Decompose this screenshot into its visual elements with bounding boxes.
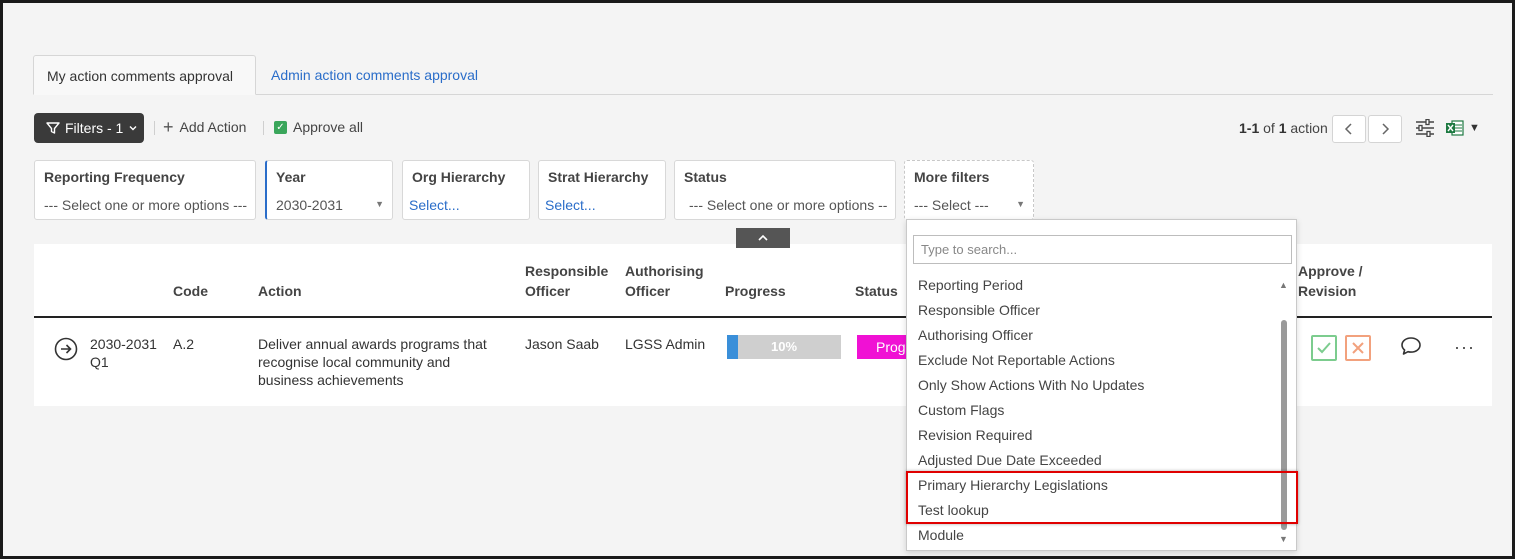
filter-label: Status — [684, 169, 727, 185]
dropdown-scrollbar[interactable] — [1281, 320, 1287, 530]
row-period: 2030-2031 Q1 — [90, 335, 157, 371]
dropdown-option[interactable]: Adjusted Due Date Exceeded — [918, 452, 1102, 468]
filter-value: --- Select one or more options --- — [44, 197, 247, 213]
dropdown-option[interactable]: Exclude Not Reportable Actions — [918, 352, 1115, 368]
filter-value: Select... — [545, 197, 596, 213]
dropdown-option[interactable]: Only Show Actions With No Updates — [918, 377, 1144, 393]
filter-value: Select... — [409, 197, 460, 213]
filter-value: --- Select --- — [914, 197, 989, 213]
dropdown-option[interactable]: Module — [918, 527, 964, 543]
filter-status[interactable]: Status --- Select one or more options --… — [674, 160, 896, 220]
approve-button[interactable] — [1311, 335, 1337, 361]
more-filters-dropdown: Reporting Period Responsible Officer Aut… — [906, 219, 1297, 551]
add-action-button[interactable]: + Add Action — [163, 117, 247, 137]
pager-unit: action — [1290, 120, 1328, 136]
filter-label: Year — [276, 169, 306, 185]
chevron-down-icon — [129, 126, 137, 131]
dropdown-option[interactable]: Primary Hierarchy Legislations — [918, 477, 1108, 493]
action-line: business achievements — [258, 372, 404, 388]
toolbar-divider — [154, 121, 155, 135]
export-menu-caret-icon[interactable]: ▼ — [1469, 122, 1480, 134]
progress-text: 10% — [770, 339, 798, 354]
column-settings-icon[interactable] — [1415, 118, 1435, 142]
dropdown-option[interactable]: Revision Required — [918, 427, 1032, 443]
tab-bar: My action comments approval Admin action… — [33, 55, 1493, 95]
more-options-icon[interactable]: ··· — [1454, 337, 1475, 358]
header-line: Approve / — [1298, 263, 1363, 279]
header-line: Officer — [625, 283, 671, 299]
dropdown-option[interactable]: Custom Flags — [918, 402, 1004, 418]
filter-value: 2030-2031 — [276, 197, 343, 213]
filter-value: --- Select one or more options --- — [689, 197, 887, 213]
approve-all-checkbox[interactable]: ✓ Approve all — [274, 119, 363, 135]
dropdown-option[interactable]: Responsible Officer — [918, 302, 1040, 318]
app-frame: My action comments approval Admin action… — [0, 0, 1515, 559]
filter-org-hierarchy[interactable]: Org Hierarchy Select... — [402, 160, 530, 220]
progress-bar: 10% — [727, 335, 841, 359]
open-action-arrow-icon[interactable] — [54, 337, 78, 366]
previous-page-button[interactable] — [1332, 115, 1366, 143]
column-header-approve-revision: Approve / Revision — [1298, 261, 1363, 301]
header-line: Authorising — [625, 263, 704, 279]
plus-icon: + — [163, 117, 174, 137]
chevron-left-icon — [1344, 123, 1352, 135]
excel-export-icon[interactable] — [1446, 120, 1464, 141]
toolbar-divider — [263, 121, 264, 135]
header-line: Officer — [525, 283, 571, 299]
close-icon — [1352, 342, 1364, 354]
action-line: recognise local community and — [258, 354, 451, 370]
filter-year[interactable]: Year 2030-2031 ▼ — [265, 160, 393, 220]
pager-summary: 1-1 of 1 action — [1239, 120, 1328, 136]
filter-label: Org Hierarchy — [412, 169, 506, 185]
dropdown-option[interactable]: Authorising Officer — [918, 327, 1033, 343]
tab-my-action-comments-approval[interactable]: My action comments approval — [33, 55, 256, 95]
row-action: Deliver annual awards programs that reco… — [258, 335, 487, 389]
next-page-button[interactable] — [1368, 115, 1402, 143]
period-quarter: Q1 — [90, 354, 109, 370]
dropdown-option[interactable]: Reporting Period — [918, 277, 1023, 293]
filter-label: More filters — [914, 169, 990, 185]
column-header-authorising-officer[interactable]: Authorising Officer — [625, 261, 704, 301]
pager-range: 1-1 — [1239, 120, 1260, 136]
dropdown-search-input[interactable] — [913, 235, 1292, 264]
filter-strat-hierarchy[interactable]: Strat Hierarchy Select... — [538, 160, 666, 220]
column-header-action[interactable]: Action — [258, 281, 302, 301]
check-icon — [1317, 342, 1331, 354]
scroll-down-icon[interactable]: ▼ — [1279, 534, 1288, 544]
filter-label: Reporting Frequency — [44, 169, 185, 185]
column-header-code[interactable]: Code — [173, 281, 208, 301]
row-code: A.2 — [173, 336, 195, 352]
dropdown-caret-icon: ▼ — [1016, 199, 1025, 209]
filter-icon — [46, 122, 60, 134]
action-line: Deliver annual awards programs that — [258, 336, 487, 352]
tab-admin-action-comments-approval[interactable]: Admin action comments approval — [258, 55, 491, 95]
pager-of: of — [1263, 120, 1275, 136]
header-line: Responsible — [525, 263, 609, 279]
add-action-label: Add Action — [179, 119, 247, 135]
row-responsible-officer: Jason Saab — [525, 336, 599, 352]
comment-icon[interactable] — [1400, 336, 1422, 361]
filter-reporting-frequency[interactable]: Reporting Frequency --- Select one or mo… — [34, 160, 256, 220]
column-header-progress[interactable]: Progress — [725, 281, 786, 301]
dropdown-caret-icon: ▼ — [375, 199, 384, 209]
collapse-filters-button[interactable] — [736, 228, 790, 248]
checkbox-checked-icon: ✓ — [274, 120, 287, 134]
filters-button[interactable]: Filters - 1 — [34, 113, 144, 143]
revision-button[interactable] — [1345, 335, 1371, 361]
column-header-status[interactable]: Status — [855, 281, 898, 301]
dropdown-option[interactable]: Test lookup — [918, 502, 989, 518]
filter-more-filters[interactable]: More filters --- Select --- ▼ — [904, 160, 1034, 220]
filters-button-label: Filters - 1 — [65, 120, 124, 136]
chevron-up-icon — [758, 234, 768, 241]
header-line: Revision — [1298, 283, 1357, 299]
column-header-responsible-officer[interactable]: Responsible Officer — [525, 261, 608, 301]
filter-label: Strat Hierarchy — [548, 169, 649, 185]
pager-total: 1 — [1278, 120, 1287, 136]
row-authorising-officer: LGSS Admin — [625, 336, 706, 352]
period-year: 2030-2031 — [90, 336, 157, 352]
scroll-up-icon[interactable]: ▲ — [1279, 280, 1288, 290]
chevron-right-icon — [1382, 123, 1390, 135]
approve-all-label: Approve all — [293, 119, 364, 135]
